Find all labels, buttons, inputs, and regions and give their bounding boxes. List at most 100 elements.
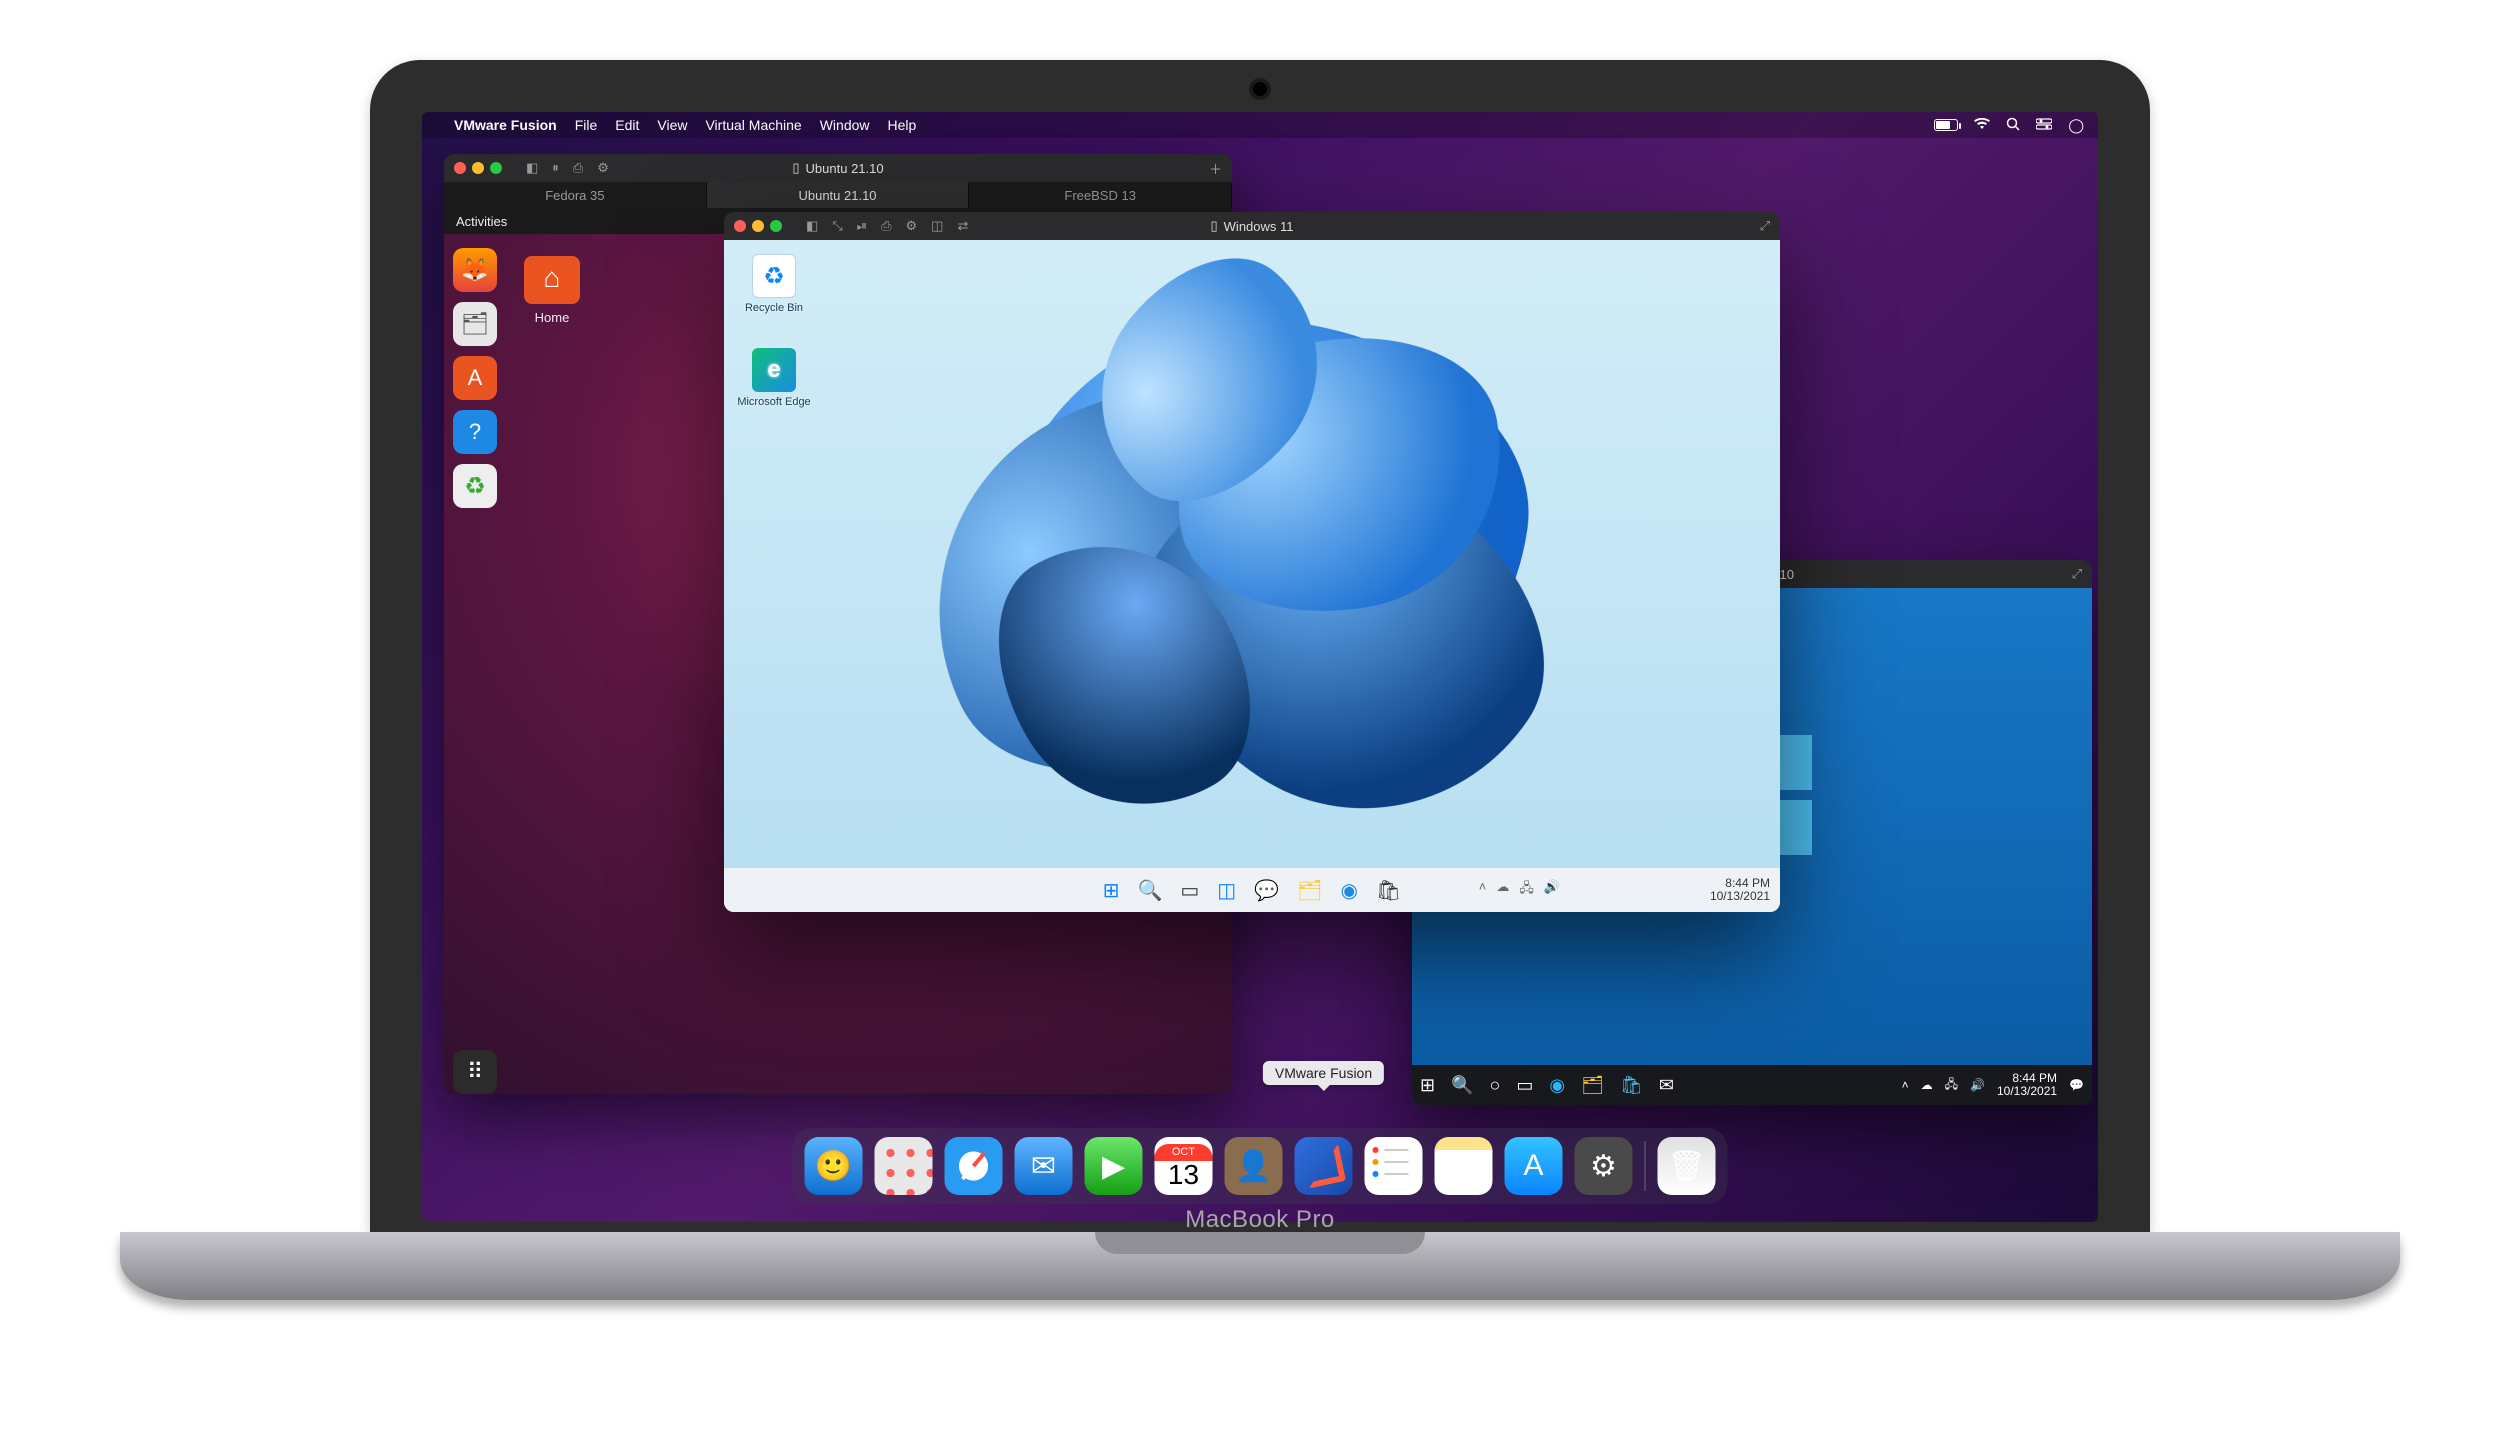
settings-icon[interactable]: ⚙ [597,160,609,176]
cortana-icon[interactable]: ○ [1490,1075,1501,1096]
siri-icon[interactable]: ◯ [2068,117,2084,134]
dock-separator [1645,1141,1646,1191]
recycle-bin[interactable]: ♻ Recycle Bin [736,254,812,314]
chat-icon[interactable]: 💬 [1254,878,1279,903]
menu-window[interactable]: Window [820,117,870,133]
screen-bezel: VMware Fusion File Edit View Virtual Mac… [370,60,2150,1232]
sidebar-toggle-icon[interactable]: ◧ [806,218,818,234]
menu-help[interactable]: Help [888,117,917,133]
fullscreen-button[interactable] [770,220,782,232]
macos-menubar: VMware Fusion File Edit View Virtual Mac… [422,112,2098,138]
system-settings-icon[interactable]: ⚙ [1575,1137,1633,1195]
microsoft-edge[interactable]: e Microsoft Edge [736,348,812,408]
file-explorer-icon[interactable]: 🗂 [1581,1075,1604,1096]
notes-icon[interactable] [1435,1137,1493,1195]
contacts-icon[interactable]: 👤 [1225,1137,1283,1195]
vm-title: Windows 11 [1224,219,1294,234]
taskbar-clock[interactable]: 8:44 PM 10/13/2021 [1710,877,1770,903]
ubuntu-software-icon[interactable]: A [453,356,497,400]
facetime-icon[interactable]: ▶ [1085,1137,1143,1195]
mail-icon[interactable]: ✉ [1015,1137,1073,1195]
home-folder-icon[interactable] [524,256,580,304]
active-app-name[interactable]: VMware Fusion [454,117,557,133]
recycle-bin-label: Recycle Bin [736,302,812,314]
taskbar-clock[interactable]: 8:44 PM 10/13/2021 [1997,1072,2057,1098]
app-store-icon[interactable]: A [1505,1137,1563,1195]
sidebar-toggle-icon[interactable]: ◧ [526,160,538,176]
fullscreen-button[interactable] [490,162,502,174]
new-tab-button[interactable]: ＋ [1209,159,1222,178]
launchpad-icon[interactable] [875,1137,933,1195]
control-center-icon[interactable] [2036,117,2052,133]
tray-chevron-icon[interactable]: ˄ [1479,879,1487,901]
suspend-vm-icon[interactable]: ⏸ [552,160,559,176]
vm-window-windows11[interactable]: ◧ ⤡ ⏯ ⎙ ⚙ ◫ ⇄ ▯ Windows 11 ⤢ [724,212,1780,912]
unity-icon[interactable]: ◫ [931,218,943,234]
close-button[interactable] [454,162,466,174]
store-icon[interactable]: 🛍 [1376,878,1401,903]
expand-window-icon[interactable]: ⤢ [1760,218,1770,234]
minimize-button[interactable] [472,162,484,174]
vm-tab-freebsd[interactable]: FreeBSD 13 [969,182,1232,208]
finder-icon[interactable]: 🙂 [805,1137,863,1195]
widgets-icon[interactable]: ◫ [1217,878,1236,903]
start-button[interactable]: ⊞ [1103,878,1120,903]
laptop-base: MacBook Pro [120,1232,2400,1300]
calendar-icon[interactable]: OCT 13 [1155,1137,1213,1195]
vmware-fusion-icon[interactable] [1295,1137,1353,1195]
tray-chevron-icon[interactable]: ˄ [1902,1078,1909,1092]
vm-titlebar-ubuntu[interactable]: ◧ ⏸ ⎙ ⚙ ▯ Ubuntu 21.10 ＋ [444,154,1232,182]
devices-icon[interactable]: ⇄ [957,218,968,234]
edge-taskbar-icon[interactable]: ◉ [1340,878,1357,903]
snapshot-icon[interactable]: ⎙ [881,218,891,234]
edge-icon[interactable]: ◉ [1549,1075,1565,1096]
snapshot-icon[interactable]: ⎙ [573,160,583,176]
reminders-icon[interactable] [1365,1137,1423,1195]
task-view-icon[interactable]: ▭ [1180,878,1199,903]
menu-file[interactable]: File [575,117,598,133]
menu-virtual-machine[interactable]: Virtual Machine [705,117,801,133]
spotlight-search-icon[interactable] [2006,117,2020,134]
calendar-month: OCT [1155,1144,1213,1161]
ubuntu-dock: 🦊 🗂 A ? ♻ ⠿ [444,208,506,1094]
search-icon[interactable]: 🔍 [1451,1075,1473,1096]
mail-icon[interactable]: ✉ [1659,1075,1674,1096]
volume-icon[interactable]: 🔊 [1544,879,1560,901]
action-center-icon[interactable]: 💬 [2069,1078,2084,1092]
volume-icon[interactable]: 🔊 [1970,1078,1985,1092]
trash-icon[interactable]: ♻ [453,464,497,508]
activities-button[interactable]: Activities [456,214,507,229]
wifi-icon[interactable] [1974,117,1990,133]
battery-icon[interactable] [1934,119,1958,131]
close-button[interactable] [734,220,746,232]
minimize-button[interactable] [752,220,764,232]
help-icon[interactable]: ? [453,410,497,454]
vm-tab-ubuntu[interactable]: Ubuntu 21.10 [707,182,970,208]
search-icon[interactable]: 🔍 [1137,878,1162,903]
wallpaper-bloom [724,240,1780,912]
task-view-icon[interactable]: ▭ [1516,1075,1533,1096]
expand-icon[interactable]: ⤢ [2072,566,2082,582]
safari-icon[interactable] [945,1137,1003,1195]
settings-icon[interactable]: ⚙ [906,218,918,234]
vm-tab-fedora[interactable]: Fedora 35 [444,182,707,208]
network-icon[interactable]: 🖧 [1945,1075,1958,1096]
show-apps-icon[interactable]: ⠿ [453,1050,497,1094]
windows11-desktop[interactable]: ♻ Recycle Bin e Microsoft Edge ⊞ 🔍 ▭ ◫ 💬… [724,240,1780,912]
file-explorer-icon[interactable]: 🗂 [1297,878,1322,903]
start-button[interactable]: ⊞ [1420,1075,1435,1096]
menu-view[interactable]: View [657,117,687,133]
menu-edit[interactable]: Edit [615,117,639,133]
files-icon[interactable]: 🗂 [453,302,497,346]
firefox-icon[interactable]: 🦊 [453,248,497,292]
webcam [1253,82,1267,96]
trash-icon[interactable]: 🗑 [1658,1137,1716,1195]
onedrive-icon[interactable]: ☁ [1496,879,1509,901]
onedrive-icon[interactable]: ☁ [1921,1078,1933,1092]
play-pause-icon[interactable]: ⏯ [857,218,867,234]
network-icon[interactable]: 🖧 [1519,879,1534,901]
expand-icon[interactable]: ⤡ [832,218,842,234]
vm-titlebar-win11[interactable]: ◧ ⤡ ⏯ ⎙ ⚙ ◫ ⇄ ▯ Windows 11 ⤢ [724,212,1780,240]
laptop-model-label: MacBook Pro [120,1206,2400,1234]
store-icon[interactable]: 🛍 [1620,1075,1643,1096]
